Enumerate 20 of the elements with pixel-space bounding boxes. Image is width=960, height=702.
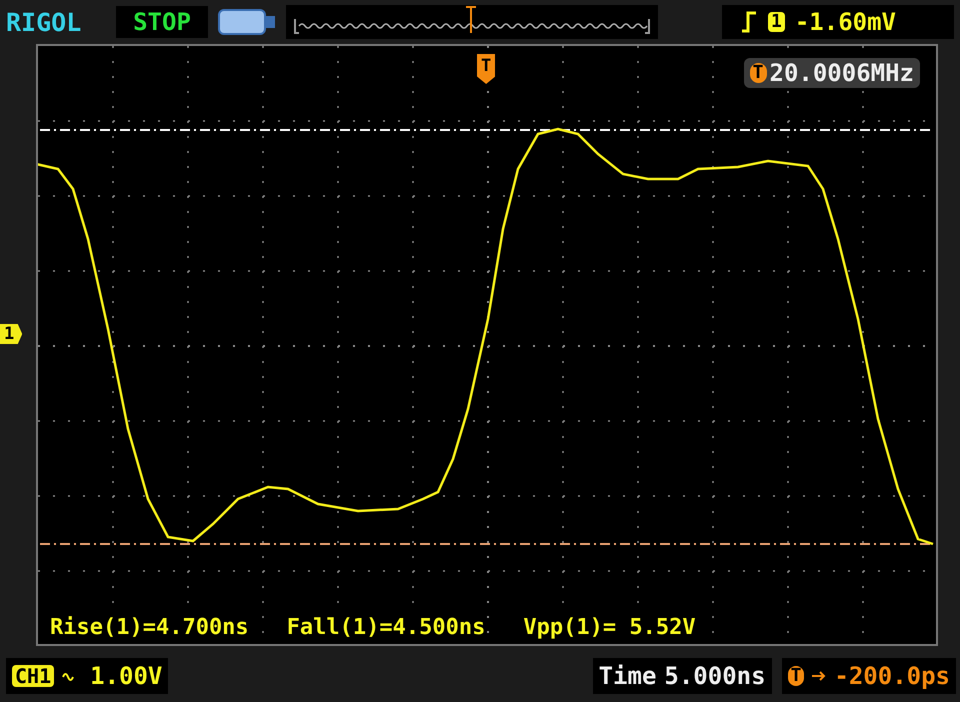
time-label: Time: [598, 662, 656, 690]
trigger-position-marker: T: [477, 54, 496, 84]
trigger-offset: -200.0ps: [834, 662, 950, 690]
brand-logo: RIGOL: [6, 8, 82, 36]
run-status: STOP: [116, 6, 208, 38]
channel-label: CH1: [12, 665, 54, 687]
arrow-icon: [812, 670, 826, 682]
battery-icon: [218, 9, 276, 35]
time-scale: 5.000ns: [664, 662, 766, 690]
channel-marker: 1: [0, 324, 22, 344]
measurement-reading: Fall(1)=4.500ns: [286, 615, 486, 640]
frequency-value: 20.0006MHz: [770, 59, 914, 87]
measurement-reading: Rise(1)=4.700ns: [50, 615, 249, 640]
trigger-badge: T: [750, 63, 766, 83]
trigger-level: -1.60mV: [794, 8, 896, 36]
rising-edge-icon: [740, 11, 758, 33]
vertical-scale: 1.00V: [90, 662, 162, 690]
trigger-badge: T: [788, 666, 804, 686]
measurement-reading: Vpp(1)= 5.52V: [523, 615, 696, 640]
trigger-source-badge: 1: [768, 12, 785, 32]
